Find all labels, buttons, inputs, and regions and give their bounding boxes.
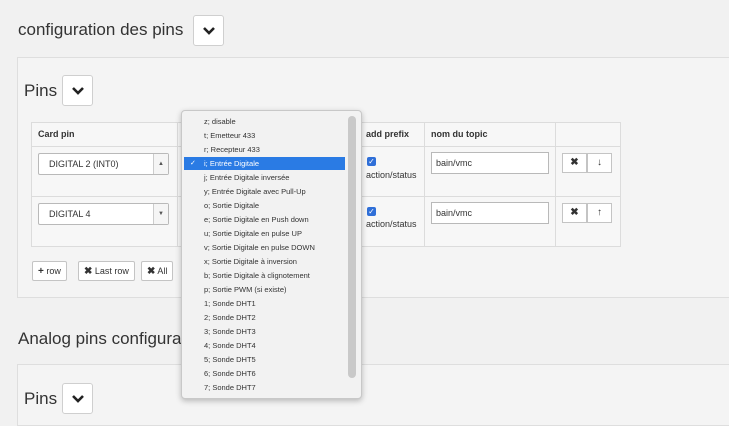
close-icon: ✖ [84,266,93,277]
dropdown-option-label: e; Sortie Digitale en Push down [204,215,309,224]
topic-input[interactable]: bain/vmc [431,202,549,224]
card-pin-select[interactable]: DIGITAL 4 ▼ [38,203,169,225]
arrow-down-icon: ↓ [597,157,602,168]
dropdown-option-label: i; Entrée Digitale [204,159,260,168]
dropdown-option[interactable]: ✓ i; Entrée Digitale [184,157,345,170]
analog-section-title: Analog pins configurat [18,329,187,348]
close-icon: ✖ [570,157,579,168]
dropdown-option-label: b; Sortie Digitale à clignotement [204,271,310,280]
col-header-topic: nom du topic [431,129,488,139]
dropdown-option[interactable]: 4; Sonde DHT4 [184,339,345,352]
dropdown-option[interactable]: 2; Sonde DHT2 [184,311,345,324]
dropdown-scrollbar[interactable] [348,116,356,378]
add-row-label: row [46,266,61,276]
column-divider [177,123,178,246]
delete-last-row-button[interactable]: ✖ Last row [78,261,135,281]
page-title: configuration des pins [18,20,184,39]
dropdown-option-label: 2; Sonde DHT2 [204,313,256,322]
dropdown-option[interactable]: 1; Sonde DHT1 [184,297,345,310]
checkmark-icon: ✓ [190,160,196,167]
dropdown-option-label: j; Entrée Digitale inversée [204,173,290,182]
chevron-down-icon [71,86,84,95]
dropdown-option[interactable]: x; Sortie Digitale à inversion [184,255,345,268]
card-pin-value: DIGITAL 4 [49,209,91,219]
dropdown-option-label: 4; Sonde DHT4 [204,341,256,350]
dropdown-option[interactable]: b; Sortie Digitale à clignotement [184,269,345,282]
dropdown-option[interactable]: o; Sortie Digitale [184,199,345,212]
dropdown-option-label: r; Recepteur 433 [204,145,260,154]
dropdown-option-label: z; disable [204,117,236,126]
col-header-card-pin: Card pin [38,129,75,139]
collapse-pins-button[interactable] [62,75,93,106]
select-arrows-icon: ▲ [153,154,168,174]
add-prefix-checkbox[interactable]: ✓ [367,207,376,216]
col-header-add-prefix: add prefix [366,129,410,139]
dropdown-option-label: 3; Sonde DHT3 [204,327,256,336]
chevron-down-icon [71,394,84,403]
dropdown-option[interactable]: p; Sortie PWM (si existe) [184,283,345,296]
dropdown-option[interactable]: t; Emetteur 433 [184,129,345,142]
column-divider [555,123,556,246]
dropdown-option-label: x; Sortie Digitale à inversion [204,257,297,266]
pin-mode-dropdown[interactable]: z; disable t; Emetteur 433 r; Recepteur 43… [181,110,362,399]
arrow-up-icon: ↑ [597,207,602,218]
dropdown-option[interactable]: r; Recepteur 433 [184,143,345,156]
add-prefix-label: action/status [366,219,417,229]
dropdown-option-label: o; Sortie Digitale [204,201,260,210]
last-row-label: Last row [94,266,129,276]
dropdown-option-label: u; Sortie Digitale en pulse UP [204,229,302,238]
dropdown-option-label: y; Entrée Digitale avec Pull-Up [204,187,306,196]
close-icon: ✖ [147,266,156,277]
remove-row-button[interactable]: ✖ [562,153,587,173]
dropdown-option[interactable]: j; Entrée Digitale inversée [184,171,345,184]
topic-input[interactable]: bain/vmc [431,152,549,174]
dropdown-option-label: 6; Sonde DHT6 [204,369,256,378]
analog-pins-panel [17,364,729,426]
analog-pins-title: Pins [24,389,58,408]
dropdown-option-label: t; Emetteur 433 [204,131,256,140]
remove-row-button[interactable]: ✖ [562,203,587,223]
collapse-config-button[interactable] [193,15,224,46]
delete-all-button[interactable]: ✖ All [141,261,174,281]
dropdown-option-label: 5; Sonde DHT5 [204,355,256,364]
dropdown-option-label: 1; Sonde DHT1 [204,299,256,308]
collapse-analog-pins-button[interactable] [62,383,93,414]
all-label: All [157,266,168,276]
dropdown-option[interactable]: e; Sortie Digitale en Push down [184,213,345,226]
dropdown-option[interactable]: 6; Sonde DHT6 [184,367,345,380]
add-prefix-checkbox[interactable]: ✓ [367,157,376,166]
dropdown-option[interactable]: z; disable [184,115,345,128]
add-prefix-label: action/status [366,170,417,180]
dropdown-option[interactable]: 3; Sonde DHT3 [184,325,345,338]
move-row-down-button[interactable]: ↓ [587,153,612,173]
dropdown-option[interactable]: y; Entrée Digitale avec Pull-Up [184,185,345,198]
dropdown-option[interactable]: v; Sortie Digitale en pulse DOWN [184,241,345,254]
close-icon: ✖ [570,207,579,218]
dropdown-option[interactable]: 7; Sonde DHT7 [184,381,345,394]
dropdown-option-label: 7; Sonde DHT7 [204,383,256,392]
dropdown-option[interactable]: 5; Sonde DHT5 [184,353,345,366]
plus-icon: + [38,266,44,277]
dropdown-option-label: v; Sortie Digitale en pulse DOWN [204,243,315,252]
column-divider [424,123,425,246]
chevron-down-icon [202,26,215,35]
move-row-up-button[interactable]: ↑ [587,203,612,223]
dropdown-option-label: p; Sortie PWM (si existe) [204,285,287,294]
dropdown-option[interactable]: u; Sortie Digitale en pulse UP [184,227,345,240]
card-pin-value: DIGITAL 2 (INT0) [49,159,119,169]
card-pin-select[interactable]: DIGITAL 2 (INT0) ▲ [38,153,169,175]
pins-title: Pins [24,81,58,100]
add-row-button[interactable]: + row [32,261,67,281]
select-arrows-icon: ▼ [153,204,168,224]
